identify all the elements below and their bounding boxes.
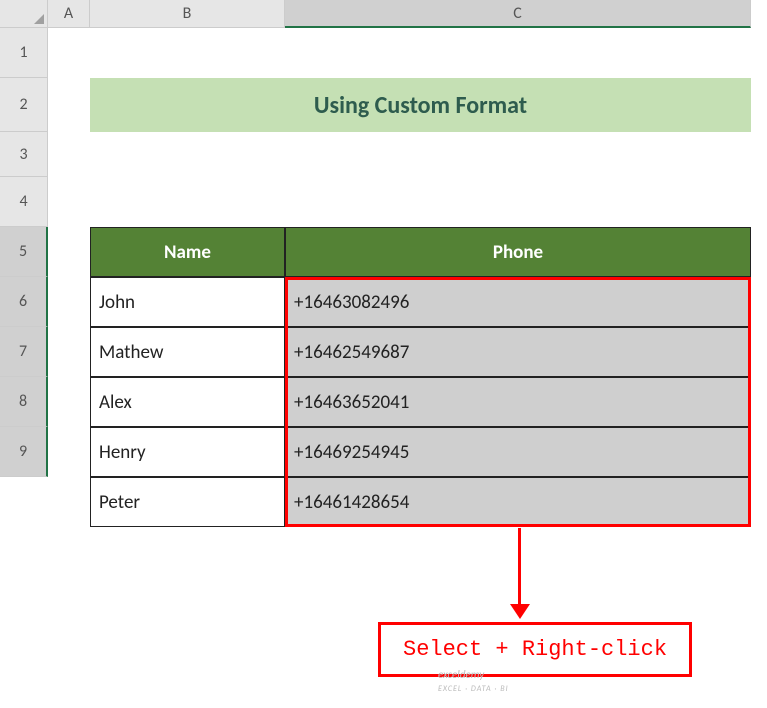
header-phone[interactable]: Phone [285,227,751,277]
table-header-row: Name Phone [90,227,751,277]
annotation-callout: Select + Right-click [378,622,692,677]
row-header-9[interactable]: 9 [0,427,48,477]
cell-phone[interactable]: +16461428654 [285,477,751,527]
header-name[interactable]: Name [90,227,285,277]
cell-name[interactable]: Peter [90,477,285,527]
table-row: Henry +16469254945 [90,427,751,477]
annotation-arrow-line [518,528,521,608]
watermark-brand: exceldemy [438,668,484,681]
col-header-C[interactable]: C [285,0,751,28]
row-header-7[interactable]: 7 [0,327,48,377]
row-header-8[interactable]: 8 [0,377,48,427]
col-header-A[interactable]: A [48,0,90,28]
cell-phone[interactable]: +16462549687 [285,327,751,377]
row-header-6[interactable]: 6 [0,277,48,327]
column-headers: A B C [48,0,767,28]
select-all-corner[interactable] [0,0,48,28]
watermark: exceldemy EXCEL · DATA · BI [438,668,509,694]
cell-name[interactable]: John [90,277,285,327]
annotation-arrow-head-icon [510,604,530,619]
data-table: Name Phone John +16463082496 Mathew +164… [90,227,751,527]
table-row: John +16463082496 [90,277,751,327]
row-header-5[interactable]: 5 [0,227,48,277]
worksheet-area[interactable]: Using Custom Format Name Phone John +164… [48,28,767,708]
row-header-4[interactable]: 4 [0,177,48,227]
table-row: Alex +16463652041 [90,377,751,427]
table-row: Peter +16461428654 [90,477,751,527]
row-header-1[interactable]: 1 [0,28,48,78]
row-header-2[interactable]: 2 [0,78,48,132]
table-row: Mathew +16462549687 [90,327,751,377]
cell-name[interactable]: Alex [90,377,285,427]
cell-phone[interactable]: +16463652041 [285,377,751,427]
cell-phone[interactable]: +16469254945 [285,427,751,477]
cell-name[interactable]: Mathew [90,327,285,377]
cell-phone[interactable]: +16463082496 [285,277,751,327]
row-header-3[interactable]: 3 [0,132,48,177]
row-headers: 1 2 3 4 5 6 7 8 9 [0,28,48,477]
title-cell[interactable]: Using Custom Format [90,78,751,132]
watermark-tag: EXCEL · DATA · BI [438,684,509,694]
cell-name[interactable]: Henry [90,427,285,477]
col-header-B[interactable]: B [90,0,285,28]
